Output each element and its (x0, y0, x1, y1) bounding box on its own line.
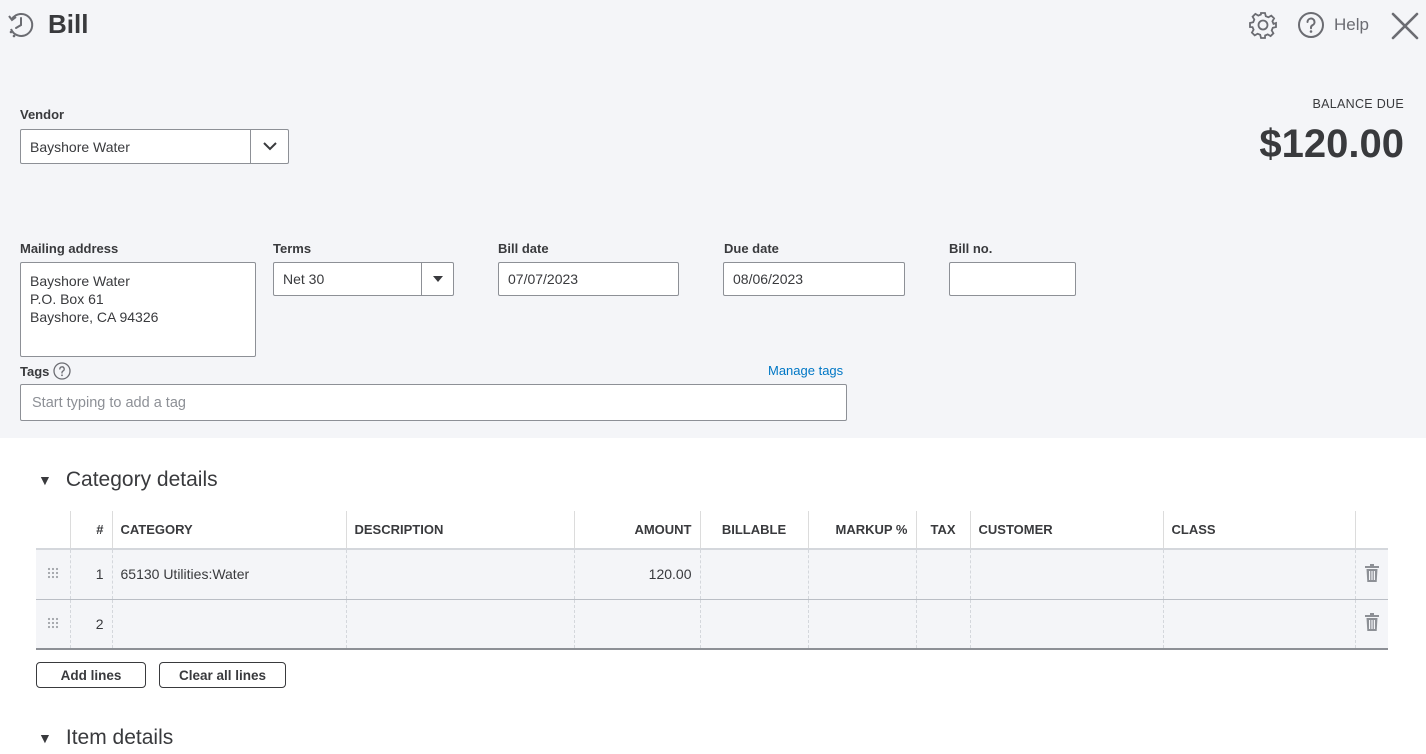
drag-column-header (36, 511, 71, 550)
column-header-class: CLASS (1163, 511, 1356, 550)
page-title: Bill (48, 9, 89, 39)
bill-date-label: Bill date (498, 241, 549, 256)
terms-select[interactable]: Net 30 (273, 262, 454, 296)
vendor-select[interactable]: Bayshore Water (20, 129, 289, 164)
terms-label: Terms (273, 241, 312, 256)
item-details-toggle[interactable]: ▼ Item details (36, 726, 173, 750)
column-header-description: DESCRIPTION (346, 511, 575, 550)
row-number: 1 (70, 549, 113, 600)
description-cell[interactable] (346, 549, 575, 600)
billable-cell[interactable] (700, 599, 809, 650)
column-header-number: # (70, 511, 113, 550)
address-line: Bayshore, CA 94326 (30, 309, 159, 325)
table-row[interactable]: 2 (36, 599, 1388, 650)
category-details-table: # CATEGORY DESCRIPTION AMOUNT BILLABLE M… (36, 511, 1388, 650)
chevron-down-icon (262, 142, 277, 151)
trash-icon (1364, 613, 1379, 632)
column-header-markup: MARKUP % (808, 511, 917, 550)
delete-column-header (1355, 511, 1388, 550)
tags-label-row: Tags (20, 362, 72, 380)
caret-down-icon (432, 276, 443, 282)
category-details-title: Category details (65, 468, 218, 491)
delete-row-button[interactable] (1355, 599, 1388, 650)
bill-date-input[interactable]: 07/07/2023 (498, 262, 679, 296)
tags-input[interactable]: Start typing to add a tag (20, 384, 847, 421)
mailing-address-label: Mailing address (20, 241, 119, 256)
bill-no-input[interactable] (949, 262, 1076, 296)
due-date-label: Due date (724, 241, 779, 256)
mailing-address-field[interactable]: Bayshore Water P.O. Box 61 Bayshore, CA … (20, 262, 256, 357)
table-row[interactable]: 1 65130 Utilities:Water 120.00 (36, 549, 1388, 600)
manage-tags-link[interactable]: Manage tags (768, 363, 843, 378)
clear-all-lines-button[interactable]: Clear all lines (159, 662, 286, 688)
table-header-row: # CATEGORY DESCRIPTION AMOUNT BILLABLE M… (36, 511, 1388, 550)
tags-label: Tags (20, 363, 50, 379)
amount-cell[interactable]: 120.00 (574, 549, 701, 600)
bill-no-label: Bill no. (949, 241, 993, 256)
add-lines-button[interactable]: Add lines (36, 662, 146, 688)
drag-handle-icon (47, 568, 58, 579)
markup-cell[interactable] (808, 599, 917, 650)
address-line: Bayshore Water (30, 273, 130, 289)
column-header-category: CATEGORY (112, 511, 347, 550)
column-header-tax: TAX (916, 511, 971, 550)
vendor-label: Vendor (20, 107, 65, 122)
tax-cell[interactable] (916, 599, 971, 650)
class-cell[interactable] (1163, 549, 1356, 600)
markup-cell[interactable] (808, 549, 917, 600)
column-header-amount: AMOUNT (574, 511, 701, 550)
vendor-value[interactable]: Bayshore Water (21, 130, 250, 163)
category-cell[interactable] (112, 599, 347, 650)
drag-handle[interactable] (36, 599, 71, 650)
trash-icon (1364, 563, 1379, 582)
recent-history-icon[interactable] (6, 10, 36, 40)
category-details-toggle[interactable]: ▼ Category details (36, 468, 218, 492)
collapse-triangle-icon: ▼ (38, 472, 52, 488)
address-line: P.O. Box 61 (30, 291, 104, 307)
delete-row-button[interactable] (1355, 549, 1388, 600)
item-details-title: Item details (65, 726, 174, 749)
due-date-input[interactable]: 08/06/2023 (723, 262, 905, 296)
bill-header-panel (0, 0, 1426, 438)
customer-cell[interactable] (970, 549, 1164, 600)
description-cell[interactable] (346, 599, 575, 650)
row-number: 2 (70, 599, 113, 650)
category-cell[interactable]: 65130 Utilities:Water (112, 549, 347, 600)
settings-gear-icon[interactable] (1248, 10, 1278, 40)
help-link[interactable]: Help (1334, 15, 1369, 35)
tags-help-icon[interactable] (53, 362, 72, 380)
collapse-triangle-icon: ▼ (38, 730, 52, 746)
customer-cell[interactable] (970, 599, 1164, 650)
column-header-billable: BILLABLE (700, 511, 809, 550)
billable-cell[interactable] (700, 549, 809, 600)
terms-value[interactable]: Net 30 (274, 263, 421, 295)
terms-dropdown-button[interactable] (421, 263, 453, 295)
close-icon[interactable] (1389, 10, 1421, 42)
column-header-customer: CUSTOMER (970, 511, 1164, 550)
drag-handle-icon (47, 617, 58, 628)
drag-handle[interactable] (36, 549, 71, 600)
balance-due-label: BALANCE DUE (1312, 97, 1404, 111)
tax-cell[interactable] (916, 549, 971, 600)
vendor-dropdown-button[interactable] (250, 130, 288, 163)
balance-due-amount: $120.00 (1259, 122, 1404, 166)
help-icon[interactable] (1297, 11, 1325, 39)
amount-cell[interactable] (574, 599, 701, 650)
class-cell[interactable] (1163, 599, 1356, 650)
